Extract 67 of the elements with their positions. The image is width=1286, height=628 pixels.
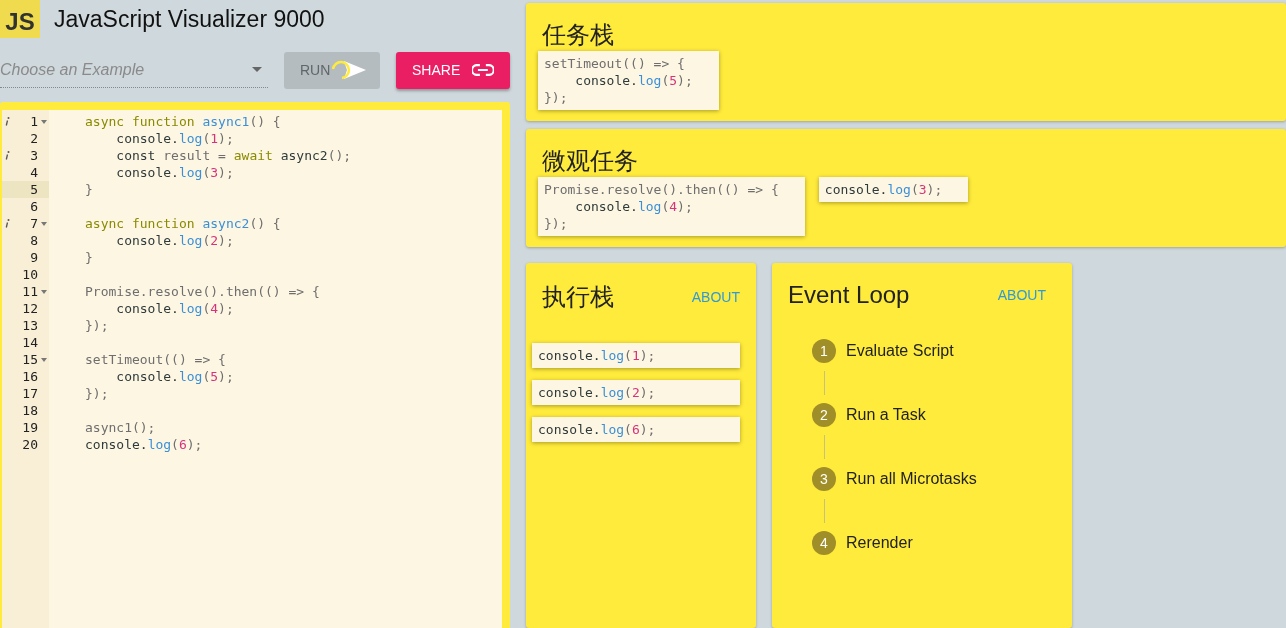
code-snippet: Promise.resolve().then(() => { console.log(4); }); [538,177,805,236]
step-number: 1 [812,339,836,363]
step-number: 2 [812,403,836,427]
code-line: async function async1() { [85,113,281,130]
code-line: console.log(4); [115,300,234,317]
code-line: setTimeout(() => { [85,351,226,368]
caret-icon [252,67,262,72]
code-line: console.log(3); [115,164,234,181]
panel-title: 任务栈 [542,20,615,50]
code-line: const result = await async2(); [115,147,352,164]
code-line: console.log(5); [115,368,234,385]
code-line: async1(); [85,419,156,436]
line-number: 16 [21,369,38,384]
about-link[interactable]: ABOUT [997,287,1046,303]
line-number: 19 [21,420,38,435]
step-label: Run a Task [846,406,926,424]
fold-icon[interactable] [41,357,47,362]
line-number: 12 [21,301,38,316]
code-snippet: console.log(1); [532,343,740,368]
fold-icon[interactable] [41,221,47,226]
panel-title: 执行栈 [542,282,614,312]
line-number: 13 [21,318,38,333]
code-line: console.log(2); [115,232,234,249]
line-number: 18 [21,403,38,418]
line-number: 20 [21,437,38,452]
line-number: 17 [21,386,38,401]
line-number: 8 [29,233,38,248]
line-number: 11 [21,284,38,299]
line-number: 14 [21,335,38,350]
line-number: 9 [29,250,38,265]
share-button[interactable]: SHARE [396,51,510,89]
code-snippet: console.log(3); [818,177,969,202]
step-number: 4 [812,531,836,555]
code-line: } [85,181,93,198]
line-number: 6 [29,199,38,214]
code-line: }); [85,317,109,334]
step-label: Rerender [846,534,913,552]
line-number: 7 [29,216,38,231]
code-line: }); [85,385,109,402]
line-number: 5 [29,182,38,197]
code-snippet: setTimeout(() => { console.log(5); }); [538,51,719,110]
code-line: console.log(6); [85,436,203,453]
example-select[interactable]: Choose an Example [0,60,252,79]
code-line: console.log(1); [115,130,234,147]
code-snippet: console.log(2); [532,380,740,405]
panel-title: 微观任务 [542,146,639,176]
fold-icon[interactable] [41,289,47,294]
step-label: Evaluate Script [846,342,954,360]
code-line: } [85,249,93,266]
js-logo: JS [0,0,40,38]
code-line: async function async2() { [85,215,281,232]
line-number: 2 [29,131,38,146]
send-icon [344,61,367,79]
fold-icon[interactable] [41,119,47,124]
code-snippet: console.log(6); [532,417,740,442]
link-icon [472,64,494,76]
line-number: 10 [21,267,38,282]
about-link[interactable]: ABOUT [691,289,740,305]
line-number: 15 [21,352,38,367]
step-label: Run all Microtasks [846,470,977,488]
line-number: 3 [29,148,38,163]
panel-title: Event Loop [788,281,910,309]
line-number: 4 [29,165,38,180]
step-number: 3 [812,467,836,491]
line-number: 1 [29,114,38,129]
app-title: JavaScript Visualizer 9000 [54,5,325,33]
code-line: Promise.resolve().then(() => { [85,283,320,300]
